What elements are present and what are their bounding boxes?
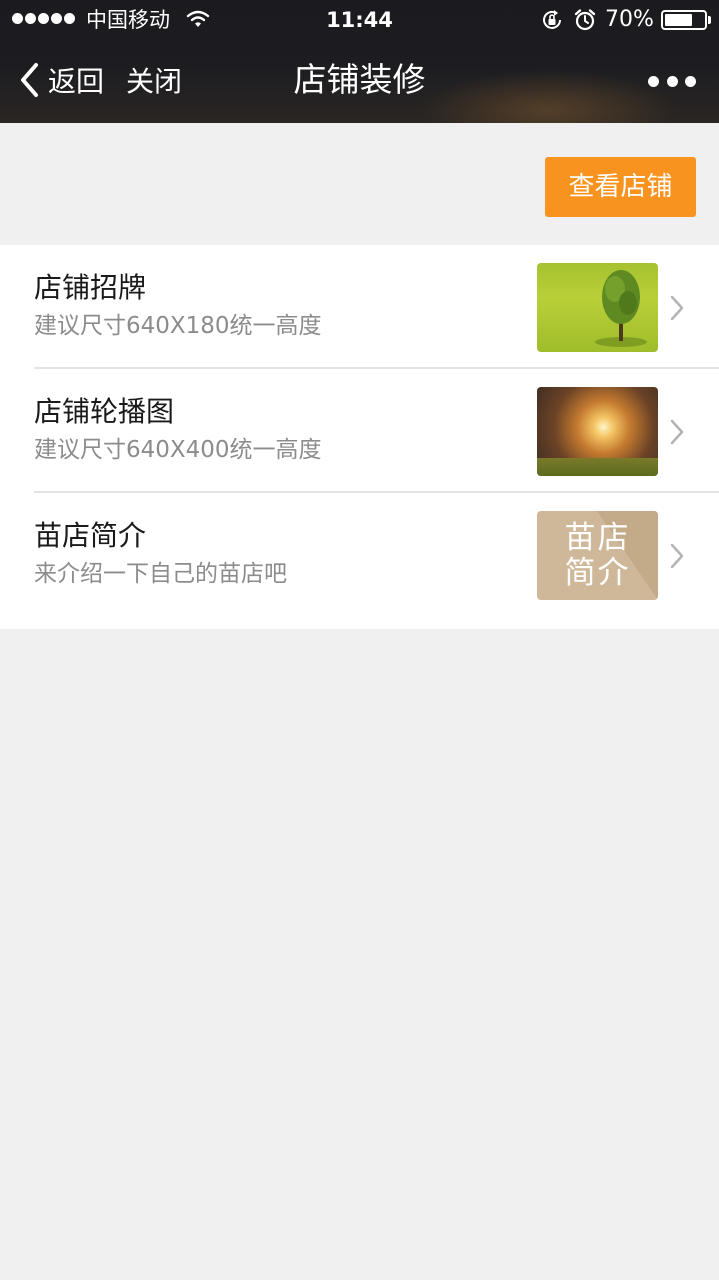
more-dot-icon xyxy=(648,75,659,87)
thumbnail-text-line: 简介 xyxy=(564,555,631,591)
sunset-image-icon xyxy=(537,458,658,476)
battery-icon xyxy=(661,10,711,30)
chevron-right-icon xyxy=(670,419,684,445)
top-bar: 中国移动 11:44 70% 返回 关闭 店铺装修 xyxy=(0,0,719,123)
chevron-right-icon xyxy=(670,295,684,321)
chevron-right-icon xyxy=(670,543,684,569)
list-item-title: 店铺招牌 xyxy=(34,271,147,304)
list-item-shop-signboard[interactable]: 店铺招牌 建议尺寸640X180统一高度 xyxy=(0,245,719,369)
more-options-button[interactable] xyxy=(648,70,696,92)
list-item-description: 建议尺寸640X400统一高度 xyxy=(34,437,322,463)
intro-thumbnail: 苗店 简介 xyxy=(537,511,658,600)
list-item-description: 建议尺寸640X180统一高度 xyxy=(34,313,322,339)
thumbnail-text-line: 苗店 xyxy=(564,520,631,556)
view-shop-button[interactable]: 查看店铺 xyxy=(545,157,696,217)
more-dot-icon xyxy=(685,75,696,87)
carousel-thumbnail xyxy=(537,387,658,476)
list-item-title: 苗店简介 xyxy=(34,519,147,552)
more-dot-icon xyxy=(666,75,678,87)
status-bar: 中国移动 11:44 70% xyxy=(0,0,719,40)
list-item-description: 来介绍一下自己的苗店吧 xyxy=(34,561,287,587)
page-title: 店铺装修 xyxy=(293,60,426,99)
navigation-bar: 返回 关闭 店铺装修 xyxy=(0,40,719,123)
tree-image-icon xyxy=(595,270,647,347)
decoration-menu-list: 店铺招牌 建议尺寸640X180统一高度 店铺轮播图 建议尺寸640X400统一… xyxy=(0,245,719,629)
signboard-thumbnail xyxy=(537,263,658,352)
list-item-shop-carousel[interactable]: 店铺轮播图 建议尺寸640X400统一高度 xyxy=(0,369,719,493)
alarm-icon xyxy=(574,9,596,31)
list-item-shop-intro[interactable]: 苗店简介 来介绍一下自己的苗店吧 苗店 简介 xyxy=(0,493,719,617)
rotation-lock-icon xyxy=(543,10,561,29)
battery-percentage: 70% xyxy=(605,7,654,32)
list-item-title: 店铺轮播图 xyxy=(34,395,175,428)
